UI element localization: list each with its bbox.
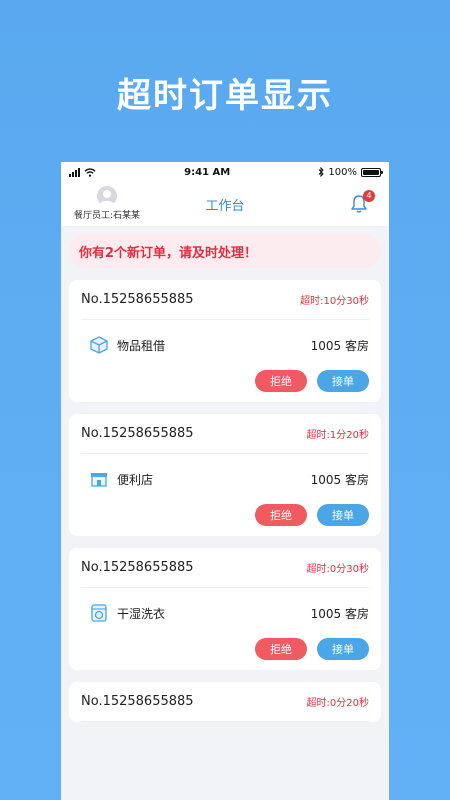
signal-icon bbox=[69, 167, 80, 177]
battery-icon bbox=[360, 167, 383, 177]
page-title: 工作台 bbox=[205, 198, 245, 214]
phone-screen: 9:41 AM 100% 餐厅员工:石某某 工作台 4 你有2个新订单，请及时处… bbox=[61, 162, 389, 800]
status-bar: 9:41 AM 100% bbox=[61, 162, 389, 182]
avatar bbox=[97, 186, 117, 206]
accept-button[interactable]: 接单 bbox=[317, 638, 369, 660]
order-card: No.15258655885 超时:0分30秒 干湿洗衣 1005 客房 拒绝 … bbox=[69, 548, 381, 670]
order-number: No.15258655885 bbox=[81, 560, 194, 575]
promo-title: 超时订单显示 bbox=[117, 76, 333, 116]
wifi-icon bbox=[84, 167, 96, 177]
reject-button[interactable]: 拒绝 bbox=[255, 370, 307, 392]
order-card: No.15258655885 超时:10分30秒 物品租借 1005 客房 拒绝… bbox=[69, 280, 381, 402]
notification-badge: 4 bbox=[363, 190, 375, 202]
order-timeout: 超时:10分30秒 bbox=[300, 296, 369, 307]
status-time: 9:41 AM bbox=[184, 166, 231, 178]
washer-icon bbox=[91, 604, 107, 622]
accept-button[interactable]: 接单 bbox=[317, 504, 369, 526]
order-card: No.15258655885 超时:0分20秒 bbox=[69, 682, 381, 722]
order-card: No.15258655885 超时:1分20秒 便利店 1005 客房 拒绝 接… bbox=[69, 414, 381, 536]
notification-button[interactable]: 4 bbox=[349, 190, 375, 214]
order-timeout: 超时:1分20秒 bbox=[306, 430, 369, 441]
new-order-alert: 你有2个新订单，请及时处理！ bbox=[69, 234, 381, 268]
service-name: 物品租借 bbox=[117, 338, 166, 353]
store-icon bbox=[91, 473, 107, 487]
order-number: No.15258655885 bbox=[81, 694, 194, 709]
box-icon bbox=[90, 336, 108, 354]
room-number: 1005 客房 bbox=[310, 338, 369, 353]
service-name: 便利店 bbox=[117, 472, 154, 487]
bluetooth-icon bbox=[319, 167, 325, 177]
reject-button[interactable]: 拒绝 bbox=[255, 504, 307, 526]
order-timeout: 超时:0分20秒 bbox=[306, 698, 369, 709]
room-number: 1005 客房 bbox=[310, 472, 369, 487]
user-name: 餐厅员工:石某某 bbox=[73, 211, 141, 221]
user-profile[interactable]: 餐厅员工:石某某 bbox=[67, 186, 147, 221]
reject-button[interactable]: 拒绝 bbox=[255, 638, 307, 660]
order-number: No.15258655885 bbox=[81, 292, 194, 307]
room-number: 1005 客房 bbox=[310, 606, 369, 621]
order-number: No.15258655885 bbox=[81, 426, 194, 441]
accept-button[interactable]: 接单 bbox=[317, 370, 369, 392]
order-timeout: 超时:0分30秒 bbox=[306, 564, 369, 575]
nav-bar: 餐厅员工:石某某 工作台 4 bbox=[61, 182, 389, 226]
service-name: 干湿洗衣 bbox=[117, 606, 166, 621]
battery-percent: 100% bbox=[328, 166, 357, 178]
